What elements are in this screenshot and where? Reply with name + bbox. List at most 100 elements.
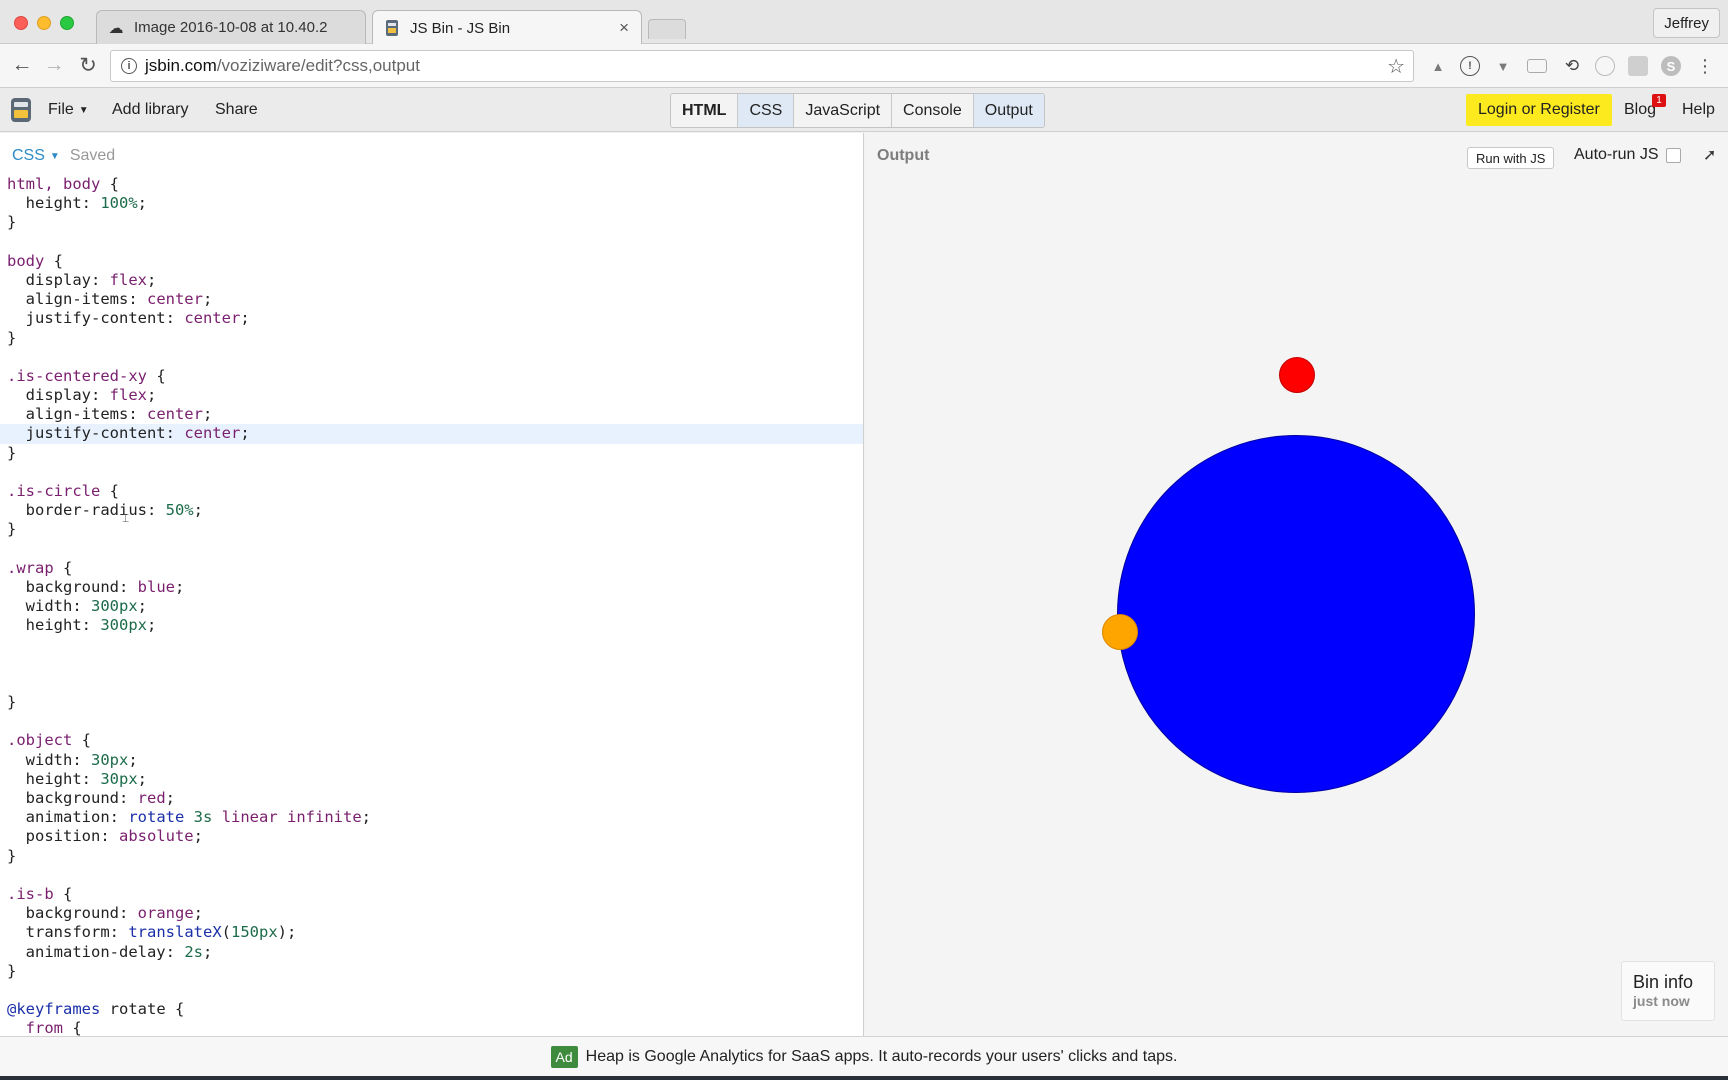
- code-line[interactable]: transform: translateX(150px);: [0, 923, 863, 942]
- code-line[interactable]: from {: [0, 1019, 863, 1036]
- code-line[interactable]: align-items: center;: [0, 405, 863, 424]
- code-line[interactable]: [0, 636, 863, 655]
- css-editor-panel[interactable]: CSS ▼ Saved html, body { height: 100%;} b…: [0, 133, 864, 1036]
- info-icon[interactable]: i: [121, 58, 137, 74]
- extension-bookmark-icon[interactable]: [1628, 56, 1648, 76]
- code-line[interactable]: display: flex;: [0, 271, 863, 290]
- code-line[interactable]: justify-content: center;: [0, 424, 863, 444]
- url-input[interactable]: i jsbin.com/voziziware/edit?css,output ☆: [110, 50, 1414, 82]
- window-minimize-button[interactable]: [37, 16, 51, 30]
- code-line[interactable]: align-items: center;: [0, 290, 863, 309]
- browser-tab-jsbin[interactable]: JS Bin - JS Bin ×: [372, 10, 642, 45]
- code-token: border-radius:: [7, 501, 166, 520]
- browser-tab-image[interactable]: ☁ Image 2016-10-08 at 10.40.2: [96, 10, 366, 44]
- output-preview[interactable]: [865, 133, 1728, 1036]
- editor-panel-header: CSS ▼ Saved: [12, 147, 115, 165]
- code-line[interactable]: height: 100%;: [0, 194, 863, 213]
- code-editor[interactable]: html, body { height: 100%;} body { displa…: [0, 175, 863, 1036]
- code-line[interactable]: height: 300px;: [0, 616, 863, 635]
- code-line[interactable]: [0, 233, 863, 252]
- window-zoom-button[interactable]: [60, 16, 74, 30]
- code-line[interactable]: .object {: [0, 731, 863, 750]
- code-line[interactable]: animation-delay: 2s;: [0, 943, 863, 962]
- code-line[interactable]: body {: [0, 252, 863, 271]
- extension-s-icon[interactable]: S: [1661, 56, 1681, 76]
- code-line[interactable]: justify-content: center;: [0, 309, 863, 328]
- code-line[interactable]: border-radius: 50%;: [0, 501, 863, 520]
- code-line[interactable]: animation: rotate 3s linear infinite;: [0, 808, 863, 827]
- panel-tab-css[interactable]: CSS: [738, 94, 795, 127]
- code-line[interactable]: .is-circle {: [0, 482, 863, 501]
- code-line[interactable]: [0, 540, 863, 559]
- code-line[interactable]: [0, 463, 863, 482]
- code-line[interactable]: width: 300px;: [0, 597, 863, 616]
- code-token: );: [277, 923, 297, 942]
- code-line[interactable]: }: [0, 962, 863, 981]
- code-line[interactable]: height: 30px;: [0, 770, 863, 789]
- code-line[interactable]: .is-b {: [0, 885, 863, 904]
- code-token: rotate: [128, 808, 185, 827]
- code-line[interactable]: }: [0, 520, 863, 539]
- code-line[interactable]: [0, 712, 863, 731]
- code-line[interactable]: [0, 348, 863, 367]
- panel-tab-output[interactable]: Output: [973, 94, 1044, 127]
- code-line[interactable]: @keyframes rotate {: [0, 1000, 863, 1019]
- help-link[interactable]: Help: [1682, 88, 1715, 132]
- code-line[interactable]: }: [0, 444, 863, 463]
- code-line[interactable]: background: red;: [0, 789, 863, 808]
- bookmark-star-icon[interactable]: ☆: [1387, 54, 1405, 79]
- extension-circle-icon[interactable]: [1595, 56, 1615, 76]
- code-line[interactable]: html, body {: [0, 175, 863, 194]
- tab-title: JS Bin - JS Bin: [410, 19, 511, 37]
- code-token: transform:: [7, 923, 129, 942]
- extension-sync-icon[interactable]: ⟲: [1562, 56, 1582, 76]
- code-line[interactable]: }: [0, 213, 863, 232]
- code-line[interactable]: width: 30px;: [0, 751, 863, 770]
- language-selector[interactable]: CSS: [12, 147, 45, 165]
- profile-button[interactable]: Jeffrey: [1653, 8, 1720, 38]
- reload-icon[interactable]: ↻: [76, 53, 100, 77]
- extension-v-icon[interactable]: ▼: [1493, 56, 1513, 76]
- code-line[interactable]: background: orange;: [0, 904, 863, 923]
- new-tab-button[interactable]: [648, 19, 686, 39]
- ad-text[interactable]: Heap is Google Analytics for SaaS apps. …: [586, 1048, 1178, 1066]
- bin-info-panel[interactable]: Bin info just now: [1621, 961, 1715, 1021]
- back-arrow-icon[interactable]: ←: [10, 53, 34, 77]
- code-line[interactable]: [0, 674, 863, 693]
- code-line[interactable]: [0, 981, 863, 1000]
- popout-arrow-icon[interactable]: ➚: [1703, 145, 1716, 165]
- close-tab-icon[interactable]: ×: [619, 18, 629, 38]
- add-library-button[interactable]: Add library: [112, 88, 188, 132]
- caret-down-icon[interactable]: ▼: [50, 151, 60, 162]
- panel-tab-console[interactable]: Console: [892, 94, 974, 127]
- ad-banner[interactable]: Ad Heap is Google Analytics for SaaS app…: [0, 1036, 1728, 1076]
- code-line[interactable]: .wrap {: [0, 558, 863, 578]
- code-line[interactable]: position: absolute;: [0, 827, 863, 846]
- code-token: {: [53, 558, 73, 577]
- jsbin-logo-icon[interactable]: [10, 96, 32, 124]
- code-line[interactable]: }: [0, 847, 863, 866]
- code-line[interactable]: .is-centered-xy {: [0, 366, 863, 386]
- browser-tab-bar: ☁ Image 2016-10-08 at 10.40.2 JS Bin - J…: [0, 0, 1728, 45]
- file-menu[interactable]: File ▼: [48, 88, 89, 132]
- auto-run-js-toggle[interactable]: Auto-run JS: [1574, 146, 1682, 164]
- code-line[interactable]: [0, 866, 863, 885]
- login-register-button[interactable]: Login or Register: [1466, 94, 1612, 126]
- code-line[interactable]: display: flex;: [0, 386, 863, 405]
- panel-tab-javascript[interactable]: JavaScript: [794, 94, 893, 127]
- code-token: {: [146, 366, 166, 385]
- panel-tab-html[interactable]: HTML: [671, 94, 739, 127]
- code-line[interactable]: background: blue;: [0, 578, 863, 597]
- browser-menu-icon[interactable]: ⋮: [1695, 56, 1715, 76]
- code-line[interactable]: }: [0, 329, 863, 348]
- forward-arrow-icon[interactable]: →: [42, 53, 66, 77]
- extension-info-icon[interactable]: !: [1460, 56, 1480, 76]
- share-button[interactable]: Share: [215, 88, 258, 132]
- run-with-js-button[interactable]: Run with JS: [1467, 147, 1555, 169]
- extension-triangle-icon[interactable]: ▲: [1428, 56, 1448, 76]
- window-close-button[interactable]: [14, 16, 28, 30]
- extension-mail-icon[interactable]: [1527, 59, 1547, 73]
- auto-run-checkbox[interactable]: [1666, 147, 1682, 163]
- code-line[interactable]: }: [0, 693, 863, 712]
- code-line[interactable]: [0, 655, 863, 674]
